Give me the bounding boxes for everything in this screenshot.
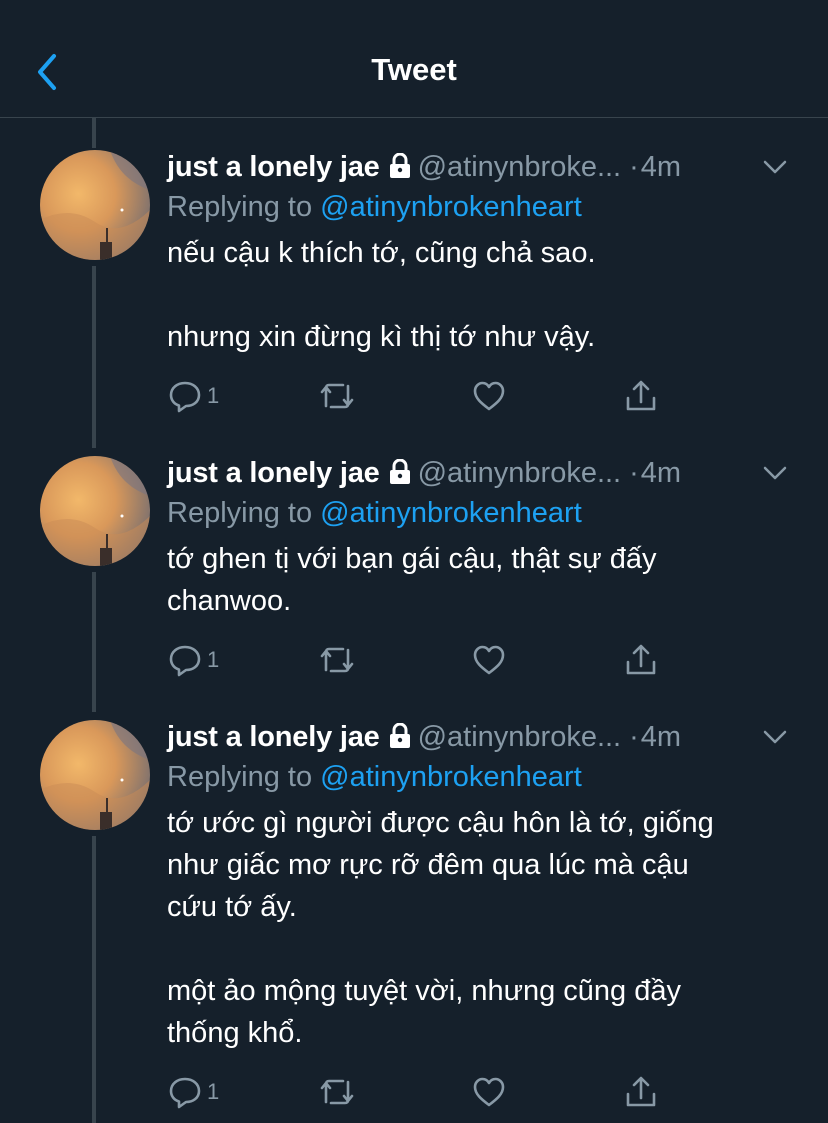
tweet-header: just a lonely jae @atinynbroke... ·4m <box>167 720 788 754</box>
replying-to: Replying to @atinynbrokenheart <box>167 760 582 794</box>
reply-button[interactable]: 1 <box>167 1074 219 1114</box>
lock-icon <box>389 723 410 748</box>
replying-prefix: Replying to <box>167 497 313 529</box>
reply-button[interactable]: 1 <box>167 642 219 682</box>
mention-link[interactable]: @atinynbrokenheart <box>320 497 582 529</box>
share-icon <box>626 644 656 675</box>
retweet-icon <box>320 647 354 673</box>
user-handle[interactable]: @atinynbroke... <box>418 721 622 753</box>
reply-count: 1 <box>207 383 220 408</box>
retweet-icon <box>320 383 354 409</box>
mention-link[interactable]: @atinynbrokenheart <box>320 191 582 223</box>
mention-link[interactable]: @atinynbrokenheart <box>320 761 582 793</box>
lock-icon <box>389 153 410 178</box>
display-name[interactable]: just a lonely jae <box>167 151 380 183</box>
tweet-actions: 1 <box>167 642 687 682</box>
heart-icon <box>473 645 505 675</box>
retweet-icon <box>320 1079 354 1105</box>
timestamp[interactable]: 4m <box>641 457 681 489</box>
replying-to: Replying to @atinynbrokenheart <box>167 190 582 224</box>
share-button[interactable] <box>623 642 659 682</box>
like-button[interactable] <box>471 378 507 418</box>
chevron-down-icon[interactable] <box>762 460 788 486</box>
separator-dot: · <box>629 151 639 183</box>
lock-icon <box>389 459 410 484</box>
replying-to: Replying to @atinynbrokenheart <box>167 496 582 530</box>
reply-button[interactable]: 1 <box>167 378 219 418</box>
display-name[interactable]: just a lonely jae <box>167 721 380 753</box>
reply-icon <box>169 1077 201 1109</box>
share-icon <box>626 380 656 411</box>
tweet-header: just a lonely jae @atinynbroke... ·4m <box>167 456 788 490</box>
thread-line <box>92 836 96 1123</box>
tweet-actions: 1 <box>167 1074 687 1114</box>
like-button[interactable] <box>471 1074 507 1114</box>
separator-dot: · <box>629 721 639 753</box>
reply-icon <box>169 381 201 413</box>
thread-line <box>92 572 96 712</box>
tweet-text: tớ ghen tị với bạn gái cậu, thật sự đấy … <box>167 543 657 617</box>
like-button[interactable] <box>471 642 507 682</box>
top-bar: Tweet <box>0 0 828 118</box>
timestamp[interactable]: 4m <box>641 721 681 753</box>
replying-prefix: Replying to <box>167 761 313 793</box>
share-icon <box>626 1076 656 1107</box>
retweet-button[interactable] <box>317 1074 357 1114</box>
user-handle[interactable]: @atinynbroke... <box>418 457 622 489</box>
tweet-header: just a lonely jae @atinynbroke... ·4m <box>167 150 788 184</box>
share-button[interactable] <box>623 1074 659 1114</box>
retweet-button[interactable] <box>317 378 357 418</box>
reply-icon <box>169 645 201 677</box>
avatar[interactable] <box>40 720 150 830</box>
display-name[interactable]: just a lonely jae <box>167 457 380 489</box>
avatar[interactable] <box>40 456 150 566</box>
chevron-down-icon[interactable] <box>762 154 788 180</box>
separator-dot: · <box>629 457 639 489</box>
replying-prefix: Replying to <box>167 191 313 223</box>
thread-line <box>92 266 96 448</box>
reply-count: 1 <box>207 647 220 672</box>
thread-line <box>92 118 96 148</box>
share-button[interactable] <box>623 378 659 418</box>
timestamp[interactable]: 4m <box>641 151 681 183</box>
heart-icon <box>473 1077 505 1107</box>
user-handle[interactable]: @atinynbroke... <box>418 151 622 183</box>
tweet-text: nếu cậu k thích tớ, cũng chả sao. nhưng … <box>167 237 596 353</box>
page-title: Tweet <box>371 52 457 87</box>
retweet-button[interactable] <box>317 642 357 682</box>
tweet-actions: 1 <box>167 378 687 418</box>
avatar[interactable] <box>40 150 150 260</box>
reply-count: 1 <box>207 1079 220 1104</box>
heart-icon <box>473 381 505 411</box>
tweet-text: tớ ước gì người được cậu hôn là tớ, giốn… <box>167 807 714 1049</box>
chevron-down-icon[interactable] <box>762 724 788 750</box>
